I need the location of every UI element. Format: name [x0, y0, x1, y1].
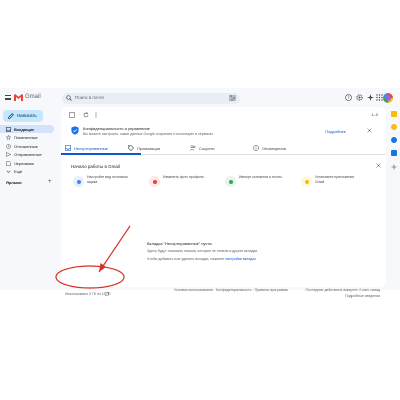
info-icon: [253, 145, 259, 151]
category-tabs: Несортированные Промоакции Соцсети Опове…: [61, 141, 386, 155]
tab-promotions[interactable]: Промоакции: [124, 141, 187, 155]
tab-social[interactable]: Соцсети: [186, 141, 249, 155]
storage-usage: Использовано 0 ГБ из 15 ГБ: [65, 292, 111, 296]
sidebar-nav: Входящие Помеченные Отложенные Отправлен…: [0, 125, 56, 176]
sidebar-item-label: Отправленные: [14, 152, 42, 157]
sidebar-item-label: Помеченные: [14, 135, 38, 140]
palette-icon: [73, 176, 84, 187]
sidebar-item-more[interactable]: Ещё: [0, 168, 56, 176]
keep-icon[interactable]: [391, 124, 397, 130]
help-icon[interactable]: ?: [345, 94, 352, 101]
send-icon: [6, 152, 11, 157]
pencil-icon: [8, 113, 14, 119]
camera-icon: [149, 176, 160, 187]
phone-icon: [301, 176, 312, 187]
setup-icon-dot: [304, 179, 309, 184]
refresh-icon[interactable]: [83, 112, 89, 118]
compose-button[interactable]: Написать: [3, 110, 43, 122]
people-icon: [190, 145, 196, 151]
filter-icon[interactable]: [229, 95, 236, 101]
sidebar-item-starred[interactable]: Помеченные: [0, 134, 56, 142]
chevron-down-icon: [6, 170, 11, 173]
avatar[interactable]: [383, 93, 393, 103]
getting-started-item-label: Импорт контактов и почты: [239, 175, 282, 179]
inbox-icon: [6, 126, 11, 132]
select-checkbox-icon[interactable]: [69, 112, 75, 118]
tab-label: Соцсети: [199, 145, 215, 151]
tab-label: Промоакции: [137, 145, 161, 151]
clock-icon: [6, 143, 11, 149]
search-bar[interactable]: Поиск в почте: [62, 93, 240, 104]
search-icon[interactable]: [66, 95, 72, 101]
labels-heading: Ярлыки: [6, 180, 22, 185]
tab-label: Оповещения: [262, 145, 286, 151]
pagination-label[interactable]: 1–0: [371, 112, 378, 117]
gmail-logo-text: Gmail: [25, 94, 41, 100]
empty-state-title: Вкладка "Несортированные" пуста.: [147, 241, 213, 246]
sidebar-item-drafts[interactable]: Черновики: [0, 159, 56, 167]
notice-title: Конфиденциальность и управление: [83, 126, 150, 131]
sidebar-item-sent[interactable]: Отправленные: [0, 151, 56, 159]
setup-icon-dot: [76, 179, 81, 184]
tab-label: Несортированные: [74, 145, 108, 151]
contacts-icon[interactable]: [391, 150, 397, 156]
sidebar-item-snoozed[interactable]: Отложенные: [0, 142, 56, 150]
tasks-icon[interactable]: [391, 137, 397, 143]
empty-state-description: Здесь будут показаны письма, которые не …: [147, 249, 259, 253]
sparkle-icon[interactable]: [367, 94, 374, 101]
sidebar-item-label: Отложенные: [14, 143, 38, 149]
gmail-logo-icon[interactable]: [14, 94, 23, 101]
sidebar-item-label: Черновики: [14, 160, 34, 166]
getting-started-title: Начало работы в Gmail: [71, 164, 120, 169]
activity-details-link[interactable]: Подробные сведения: [345, 294, 380, 298]
apps-grid-icon[interactable]: [376, 94, 383, 101]
add-app-icon[interactable]: [391, 164, 397, 170]
tag-icon: [128, 145, 134, 151]
empty-state-hint-text: Чтобы добавить или удалить вкладки, нажм…: [147, 257, 225, 261]
getting-started-item-label: Установите приложение Gmail: [315, 175, 355, 184]
sidebar-item-label: Ещё: [14, 169, 23, 174]
inbox-icon: [65, 145, 71, 151]
getting-started-item[interactable]: Установите приложение Gmail: [293, 173, 365, 193]
shield-icon: [71, 126, 79, 135]
empty-state-hint: Чтобы добавить или удалить вкладки, нажм…: [147, 257, 256, 261]
calendar-icon[interactable]: [391, 111, 397, 117]
external-link-icon[interactable]: [105, 292, 109, 296]
footer-terms-links[interactable]: Условия использования · Конфиденциальнос…: [174, 288, 288, 292]
getting-started-item-label: Изменить фото профиля: [163, 175, 204, 179]
compose-label: Написать: [17, 113, 37, 118]
last-activity: Последние действия в аккаунте: 0 мин. на…: [305, 288, 380, 292]
top-bar: Gmail Поиск в почте ?: [0, 88, 400, 108]
add-label-button[interactable]: +: [48, 179, 52, 185]
draft-icon: [6, 160, 11, 166]
notice-learn-more-link[interactable]: Подробнее: [325, 129, 346, 134]
sidebar-item-label: Входящие: [14, 126, 35, 132]
getting-started-item[interactable]: Настройте вид почтового ящика: [65, 173, 137, 193]
getting-started-item[interactable]: Изменить фото профиля: [141, 173, 213, 193]
tab-updates[interactable]: Оповещения: [249, 141, 319, 155]
getting-started-item[interactable]: Импорт контактов и почты: [217, 173, 289, 193]
setup-icon-dot: [228, 179, 233, 184]
close-icon[interactable]: [376, 163, 381, 168]
notice-subtitle: Вы можете настроить, какие данные Google…: [83, 132, 214, 136]
more-vert-icon[interactable]: [93, 112, 99, 118]
gmail-window: Gmail Поиск в почте ? Написать Входящие …: [0, 88, 400, 298]
tab-settings-link[interactable]: настройки вкладок: [225, 257, 255, 261]
star-icon: [6, 135, 11, 140]
main-panel: 1–0 Конфиденциальность и управление Вы м…: [61, 107, 386, 298]
setup-icon-dot: [152, 179, 157, 184]
getting-started-items: Настройте вид почтового ящика Изменить фо…: [61, 173, 386, 193]
settings-icon[interactable]: [356, 94, 363, 101]
menu-icon[interactable]: [5, 95, 11, 100]
search-input[interactable]: Поиск в почте: [75, 95, 104, 100]
sidebar-item-inbox[interactable]: Входящие: [0, 125, 54, 133]
import-icon: [225, 176, 236, 187]
close-icon[interactable]: [367, 128, 372, 133]
getting-started-item-label: Настройте вид почтового ящика: [87, 175, 128, 184]
